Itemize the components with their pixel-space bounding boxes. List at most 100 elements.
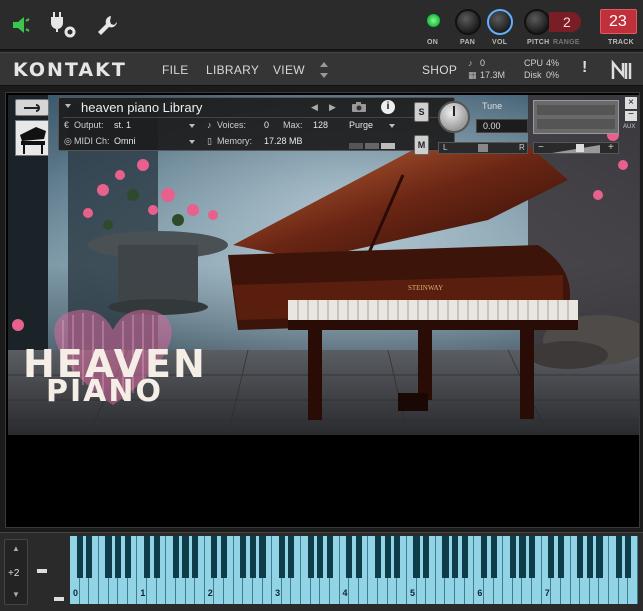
black-key[interactable]: [625, 536, 632, 578]
info-icon[interactable]: i: [381, 100, 395, 114]
black-key[interactable]: [596, 536, 603, 578]
black-key[interactable]: [480, 536, 488, 578]
menu-library[interactable]: LIBRARY: [206, 63, 259, 77]
black-key[interactable]: [577, 536, 584, 578]
camera-icon[interactable]: [351, 101, 367, 113]
black-key[interactable]: [519, 536, 526, 578]
output-select[interactable]: st. 1: [114, 120, 131, 130]
track-number-display[interactable]: 23: [600, 9, 637, 34]
black-key[interactable]: [182, 536, 189, 578]
volume-knob[interactable]: [487, 9, 513, 35]
piano-keyboard[interactable]: 0 1 2 3 4 5 6 7: [70, 536, 638, 604]
black-key[interactable]: [442, 536, 449, 578]
prev-instrument-icon[interactable]: ◀: [311, 102, 318, 113]
pan-handle[interactable]: [478, 144, 488, 152]
warning-button[interactable]: !: [582, 59, 598, 81]
volume-slider[interactable]: − +: [533, 142, 619, 154]
midi-dropdown-icon[interactable]: [189, 140, 195, 144]
black-key[interactable]: [452, 536, 459, 578]
black-key[interactable]: [76, 536, 83, 578]
purge-menu[interactable]: Purge: [349, 120, 373, 130]
black-key[interactable]: [153, 536, 160, 578]
transpose-up-icon[interactable]: ▲: [12, 544, 20, 553]
pan-slider[interactable]: L R: [438, 142, 528, 154]
solo-button[interactable]: S: [414, 102, 429, 122]
power-led[interactable]: [427, 14, 440, 27]
native-instruments-logo-icon[interactable]: [610, 59, 636, 81]
max-voices-value[interactable]: 128: [313, 120, 328, 130]
black-key[interactable]: [307, 536, 314, 578]
black-key[interactable]: [86, 536, 93, 578]
transpose-down-icon[interactable]: ▼: [12, 590, 20, 599]
black-key[interactable]: [461, 536, 468, 578]
output-dropdown-icon[interactable]: [189, 124, 195, 128]
black-key[interactable]: [278, 536, 285, 578]
black-key[interactable]: [394, 536, 401, 578]
mute-button[interactable]: M: [414, 135, 429, 155]
voices-label: Voices:: [217, 120, 247, 130]
volume-plus-icon[interactable]: +: [608, 142, 614, 153]
volume-handle[interactable]: [576, 144, 584, 152]
pan-knob[interactable]: [455, 9, 481, 35]
disk-label: Disk: [524, 70, 542, 80]
black-key[interactable]: [355, 536, 362, 578]
collapse-arrow-icon[interactable]: [65, 104, 71, 108]
pan-label: PAN: [460, 39, 476, 46]
black-key[interactable]: [143, 536, 151, 578]
tune-knob[interactable]: [438, 101, 470, 133]
black-key[interactable]: [220, 536, 228, 578]
close-instrument-icon[interactable]: ×: [625, 97, 637, 109]
voices-icon: ♪: [207, 120, 212, 130]
menu-view[interactable]: VIEW: [273, 63, 305, 77]
black-key[interactable]: [259, 536, 266, 578]
view-up-down-arrows-icon[interactable]: [319, 60, 329, 80]
black-key[interactable]: [124, 536, 131, 578]
instrument-name[interactable]: heaven piano Library: [81, 100, 202, 115]
black-key[interactable]: [413, 536, 420, 578]
cpu-label: CPU: [524, 58, 544, 68]
black-key[interactable]: [548, 536, 555, 578]
aux-button[interactable]: AUX: [623, 124, 635, 130]
black-key[interactable]: [249, 536, 256, 578]
volume-minus-icon[interactable]: −: [538, 142, 544, 153]
black-key[interactable]: [115, 536, 122, 578]
midi-channel-select[interactable]: Omni: [114, 136, 136, 146]
keyboard-zoom-icon[interactable]: [37, 569, 47, 573]
keyboard-scroll-icon[interactable]: [54, 597, 64, 601]
purge-dropdown-icon[interactable]: [389, 124, 395, 128]
instrument-thumbnail[interactable]: [15, 120, 49, 156]
output-speaker-icon[interactable]: [10, 14, 32, 36]
black-key[interactable]: [557, 536, 565, 578]
tune-value-field[interactable]: 0.00: [476, 119, 528, 133]
black-key[interactable]: [288, 536, 295, 578]
pitch-knob[interactable]: [524, 9, 550, 35]
transpose-value[interactable]: +2: [8, 568, 19, 579]
black-key[interactable]: [490, 536, 497, 578]
kontakt-logo: KONTAKT: [13, 59, 127, 81]
black-key[interactable]: [374, 536, 382, 578]
black-key[interactable]: [509, 536, 516, 578]
menu-file[interactable]: FILE: [162, 63, 189, 77]
black-key[interactable]: [105, 536, 112, 578]
mini-meter-icon: [349, 140, 397, 149]
output-label: Output:: [74, 120, 104, 130]
black-key[interactable]: [346, 536, 353, 578]
black-key[interactable]: [423, 536, 430, 578]
plugin-settings-icon[interactable]: [50, 10, 78, 40]
wrench-icon[interactable]: [96, 13, 120, 37]
minimize-instrument-icon[interactable]: −: [625, 110, 637, 121]
instrument-options-button[interactable]: [15, 99, 49, 116]
black-key[interactable]: [326, 536, 333, 578]
black-key[interactable]: [529, 536, 536, 578]
black-key[interactable]: [240, 536, 247, 578]
next-instrument-icon[interactable]: ▶: [329, 102, 336, 113]
pitch-range-display[interactable]: 2: [549, 12, 581, 32]
black-key[interactable]: [192, 536, 199, 578]
menu-shop[interactable]: SHOP: [422, 63, 457, 77]
black-key[interactable]: [172, 536, 179, 578]
black-key[interactable]: [615, 536, 622, 578]
black-key[interactable]: [384, 536, 391, 578]
black-key[interactable]: [211, 536, 218, 578]
black-key[interactable]: [586, 536, 593, 578]
black-key[interactable]: [317, 536, 324, 578]
